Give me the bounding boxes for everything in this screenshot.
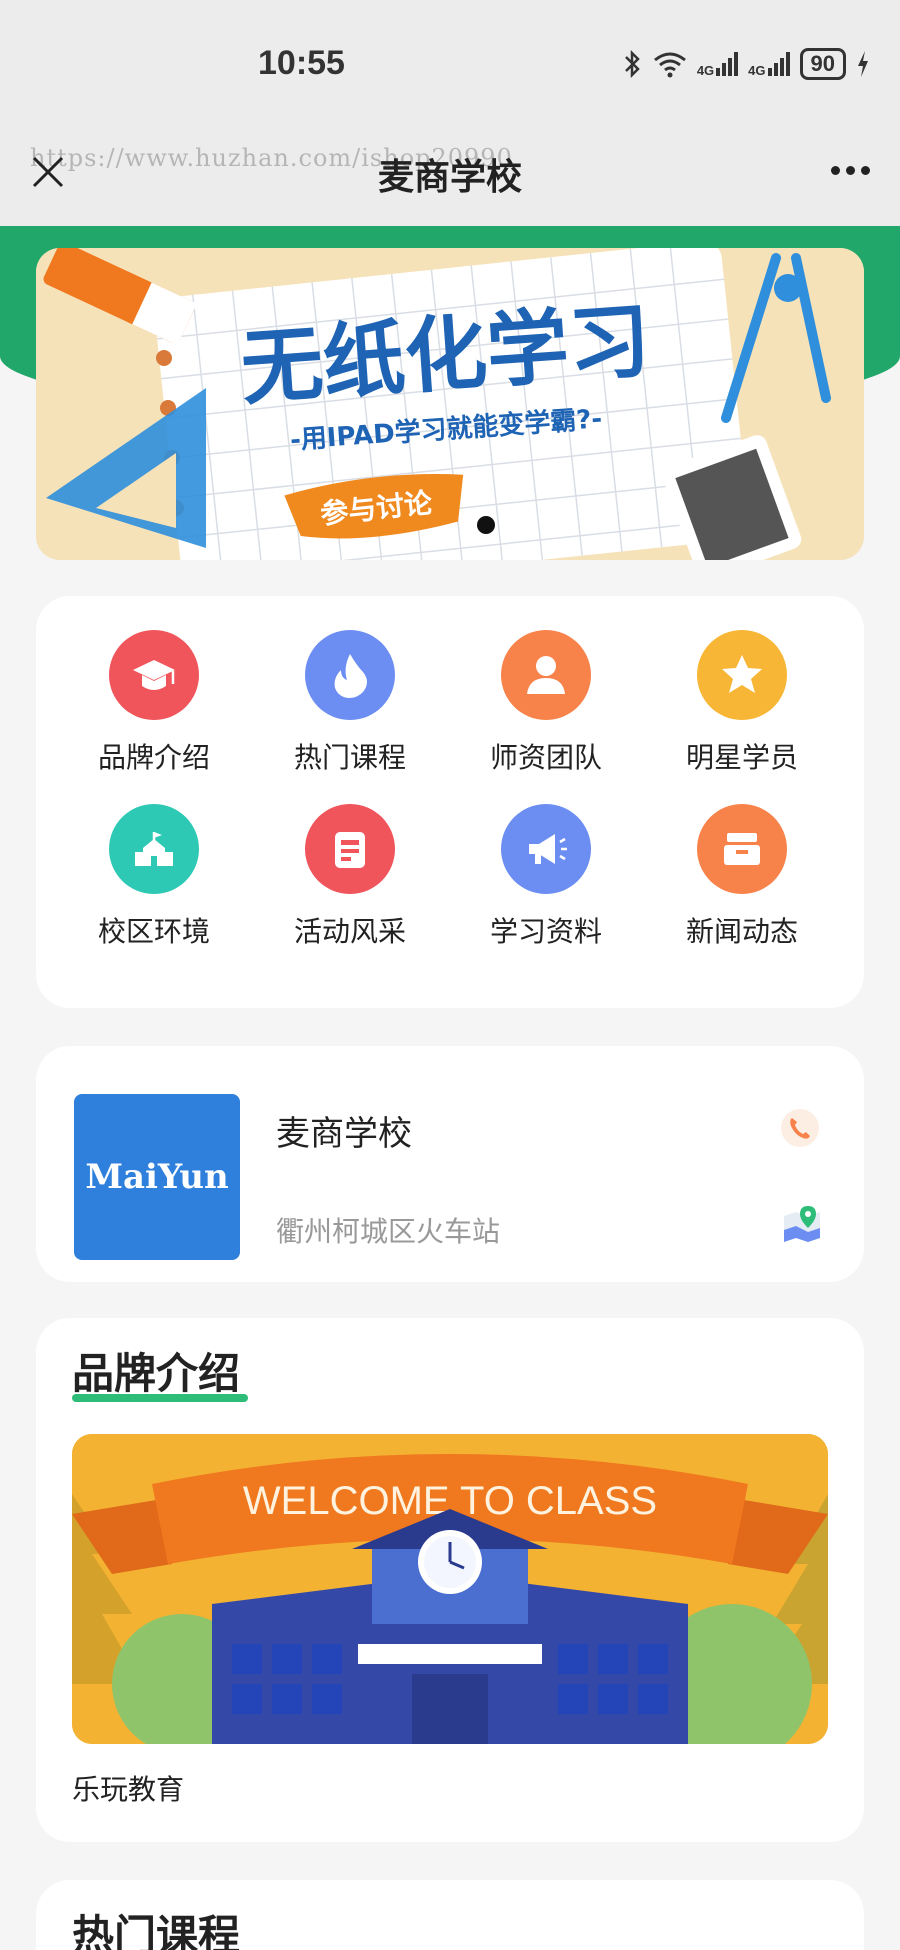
section-title: 热门课程 xyxy=(72,1911,241,1950)
flame-icon xyxy=(305,630,395,720)
school-logo: MaiYun xyxy=(74,1094,240,1260)
menu-item-news[interactable]: 新闻动态 xyxy=(644,804,840,950)
menu-label: 校区环境 xyxy=(97,915,210,948)
menu-item-activities[interactable]: 活动风采 xyxy=(252,804,448,950)
menu-item-materials[interactable]: 学习资料 xyxy=(448,804,644,950)
inbox-tray-icon xyxy=(697,804,787,894)
charging-icon xyxy=(858,51,868,77)
status-time: 10:55 xyxy=(258,44,345,82)
menu-item-students[interactable]: 明星学员 xyxy=(644,630,840,776)
section-title: 品牌介绍 xyxy=(72,1349,241,1398)
hot-courses-card: 热门课程 xyxy=(36,1880,864,1950)
menu-label: 活动风采 xyxy=(293,915,406,948)
banner-illustration: 无纸化学习 -用IPAD学习就能变学霸?- 参与讨论 xyxy=(36,248,864,560)
wifi-icon xyxy=(653,52,686,78)
menu-item-brand[interactable]: 品牌介绍 xyxy=(56,630,252,776)
welcome-class-illustration: WELCOME TO CLASS xyxy=(72,1434,828,1744)
signal-1-icon: 4G xyxy=(696,52,739,78)
document-icon xyxy=(305,804,395,894)
nav-bar: https://www.huzhan.com/ishop20990 麦商学校 xyxy=(0,130,900,226)
status-icons: 4G 4G 90 xyxy=(623,48,870,80)
menu-label: 学习资料 xyxy=(489,915,602,948)
school-info-card: MaiYun 麦商学校 衢州柯城区火车站 xyxy=(36,1046,864,1282)
network-type-1: 4G xyxy=(696,63,715,78)
menu-label: 新闻动态 xyxy=(685,915,798,948)
menu-grid: 品牌介绍 热门课程 师资团队 明星学员 校区环境 活动风采 学习资料 新闻动态 xyxy=(36,630,864,950)
megaphone-icon xyxy=(501,804,591,894)
promo-banner[interactable]: 无纸化学习 -用IPAD学习就能变学霸?- 参与讨论 xyxy=(36,248,864,560)
brand-caption: 乐玩教育 xyxy=(72,1773,185,1806)
carousel-indicator xyxy=(477,516,495,534)
school-name: 麦商学校 xyxy=(276,1114,412,1154)
graduation-cap-icon xyxy=(109,630,199,720)
status-bar: 10:55 4G 4G 90 xyxy=(0,0,900,130)
brand-image[interactable]: WELCOME TO CLASS xyxy=(72,1434,828,1744)
menu-item-teachers[interactable]: 师资团队 xyxy=(448,630,644,776)
network-type-2: 4G xyxy=(748,63,766,78)
school-building-icon xyxy=(109,804,199,894)
menu-label: 明星学员 xyxy=(685,741,798,774)
page-title: 麦商学校 xyxy=(377,157,522,198)
phone-icon[interactable] xyxy=(780,1108,820,1148)
map-location-icon[interactable] xyxy=(780,1202,824,1246)
brand-intro-card: 品牌介绍 WELCOME TO CLASS 乐玩教育 xyxy=(36,1318,864,1842)
menu-label: 热门课程 xyxy=(293,741,406,774)
menu-card: 品牌介绍 热门课程 师资团队 明星学员 校区环境 活动风采 学习资料 新闻动态 xyxy=(36,596,864,1008)
menu-label: 师资团队 xyxy=(489,741,602,774)
menu-item-campus[interactable]: 校区环境 xyxy=(56,804,252,950)
more-options-icon[interactable] xyxy=(831,166,870,175)
school-address: 衢州柯城区火车站 xyxy=(276,1215,501,1248)
menu-item-courses[interactable]: 热门课程 xyxy=(252,630,448,776)
star-icon xyxy=(697,630,787,720)
battery-level: 90 xyxy=(799,48,846,80)
person-icon xyxy=(501,630,591,720)
bluetooth-icon xyxy=(624,49,640,79)
menu-label: 品牌介绍 xyxy=(97,741,210,774)
signal-2-icon: 4G xyxy=(748,52,790,78)
